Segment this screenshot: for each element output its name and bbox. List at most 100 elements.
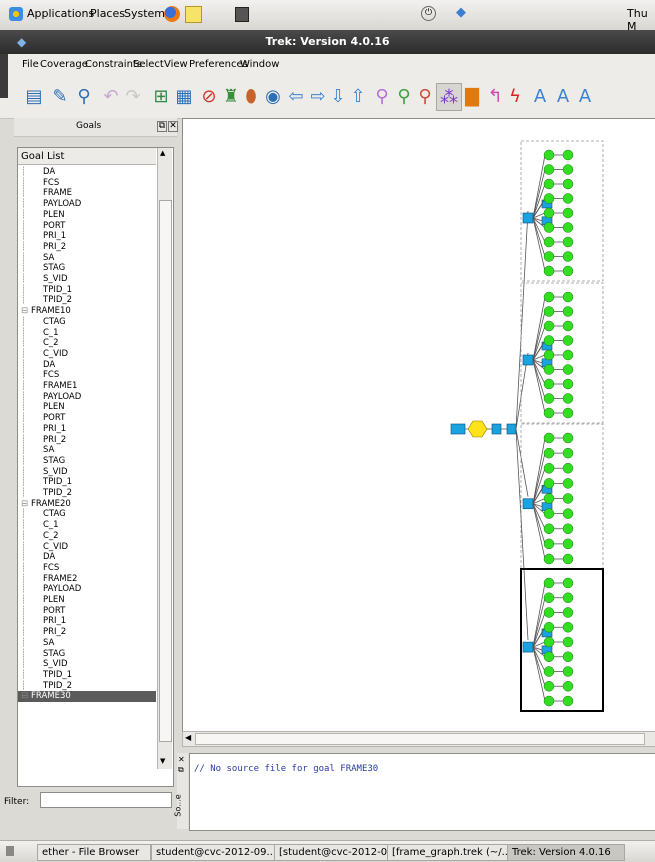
tree-leaf-row[interactable]: ┊ PORT — [18, 413, 156, 424]
graph-node[interactable] — [543, 291, 555, 303]
table-icon[interactable]: ▦ — [172, 83, 196, 109]
graph-node[interactable] — [543, 251, 555, 262]
new-icon[interactable]: ▤ — [22, 83, 46, 109]
notes-icon[interactable] — [185, 6, 202, 23]
task-terminal-2[interactable]: [student@cvc-2012-0... — [274, 844, 388, 861]
tree-leaf-row[interactable]: ┊ PRI_1 — [18, 616, 156, 627]
places-menu[interactable]: Places — [90, 7, 125, 20]
graph-node[interactable] — [522, 641, 534, 653]
task-terminal-1[interactable]: student@cvc-2012-09... — [151, 844, 275, 861]
graph-node[interactable] — [543, 508, 555, 519]
frame-cluster-box[interactable] — [520, 423, 604, 570]
tree-leaf-row[interactable]: ┊ SA — [18, 445, 156, 456]
graph-node[interactable] — [543, 320, 555, 332]
tree-group-row[interactable]: ⊟ FRAME30 — [18, 691, 156, 702]
graph-node[interactable] — [562, 306, 574, 317]
graph-node[interactable] — [543, 592, 555, 603]
tree-leaf-row[interactable]: ┊ C_2 — [18, 531, 156, 542]
graph-node[interactable] — [543, 523, 555, 534]
tree-leaf-row[interactable]: ┊ C_2 — [18, 338, 156, 349]
goal-graph[interactable] — [183, 119, 655, 732]
graph-node[interactable] — [543, 236, 555, 248]
tree-leaf-row[interactable]: ┊ TPID_1 — [18, 477, 156, 488]
graph-node[interactable] — [522, 498, 534, 510]
graph-node[interactable] — [562, 193, 574, 204]
graph-node[interactable] — [562, 607, 574, 618]
goal-tree[interactable]: ┊ DA ┊ FCS ┊ FRAME ┊ PAYLOAD ┊ PLEN ┊ PORT ┊ PRI_1 ┊ PR… — [18, 165, 156, 769]
window-titlebar[interactable]: ◆ Trek: Version 4.0.16 — [0, 30, 655, 54]
font-larger-icon[interactable]: A — [528, 83, 552, 109]
tree-leaf-row[interactable]: ┊ STAG — [18, 649, 156, 660]
graph-node[interactable] — [562, 265, 574, 277]
frame-cluster-box[interactable] — [520, 568, 604, 712]
tree-leaf-row[interactable]: ┊ TPID_1 — [18, 285, 156, 296]
graph-node[interactable] — [543, 538, 555, 550]
dice-icon[interactable]: ⬮ — [239, 83, 263, 109]
tree-leaf-row[interactable]: ┊ PRI_2 — [18, 242, 156, 253]
graph-node[interactable] — [562, 178, 574, 190]
graph-node[interactable] — [562, 407, 574, 419]
graph-node[interactable] — [543, 493, 555, 504]
collapse-icon[interactable]: ⊟ — [18, 499, 31, 510]
graph-node[interactable] — [562, 432, 574, 444]
tree-leaf-row[interactable]: ┊ PRI_1 — [18, 424, 156, 435]
graph-node[interactable] — [543, 463, 555, 474]
menu-window[interactable]: Window — [240, 59, 279, 70]
goals-dock-header[interactable]: Goals ⧉ ✕ — [14, 118, 178, 137]
task-editor[interactable]: [frame_graph.trek (~/... — [387, 844, 508, 861]
tree-leaf-row[interactable]: ┊ PRI_2 — [18, 627, 156, 638]
menu-view[interactable]: View — [164, 59, 188, 70]
graph-node[interactable] — [543, 681, 555, 692]
graph-node[interactable] — [543, 149, 555, 161]
tree-leaf-row[interactable]: ┊ TPID_2 — [18, 681, 156, 692]
collapse-icon[interactable]: ⊟ — [18, 306, 31, 317]
graph-node[interactable] — [543, 577, 555, 589]
tree-leaf-row[interactable]: ┊ S_VID — [18, 274, 156, 285]
tree-leaf-row[interactable]: ┊ DA — [18, 167, 156, 178]
graph-node[interactable] — [543, 207, 555, 219]
menu-select[interactable]: Select — [133, 59, 164, 70]
tree-leaf-row[interactable]: ┊ PAYLOAD — [18, 392, 156, 403]
tree-leaf-row[interactable]: ┊ PAYLOAD — [18, 199, 156, 210]
graph-node[interactable] — [543, 553, 555, 565]
menu-coverage[interactable]: Coverage — [40, 59, 88, 70]
menu-preferences[interactable]: Preferences — [189, 59, 248, 70]
graph-node[interactable] — [543, 695, 555, 707]
graph-node[interactable] — [543, 364, 555, 375]
graph-node[interactable] — [562, 335, 574, 346]
redo-icon[interactable]: ↷ — [121, 83, 145, 109]
graph-node[interactable] — [562, 378, 574, 390]
zoom-fit-icon[interactable]: ⚲ — [370, 83, 394, 109]
graph-node[interactable] — [543, 607, 555, 618]
arrow-up-icon[interactable]: ⇧ — [346, 83, 370, 109]
applications-icon[interactable] — [9, 7, 23, 21]
graph-node[interactable] — [562, 651, 574, 662]
source-float-icon[interactable]: ⧉ — [178, 765, 184, 775]
tree-group-row[interactable]: ⊟ FRAME10 — [18, 306, 156, 317]
search-icon[interactable]: ⚲ — [72, 83, 96, 109]
tree-leaf-row[interactable]: ┊ FRAME2 — [18, 574, 156, 585]
collapse-icon[interactable]: ⊟ — [18, 691, 31, 702]
frame-cluster-box[interactable] — [520, 140, 604, 282]
filter-input[interactable] — [40, 792, 172, 808]
tree-leaf-row[interactable]: ┊ DA — [18, 552, 156, 563]
graph-node[interactable] — [562, 463, 574, 474]
tree-leaf-row[interactable]: ┊ S_VID — [18, 659, 156, 670]
tree-leaf-row[interactable]: ┊ PRI_2 — [18, 435, 156, 446]
tree-leaf-row[interactable]: ┊ FCS — [18, 370, 156, 381]
graph-node[interactable] — [491, 423, 502, 435]
graph-node[interactable] — [467, 420, 488, 438]
tree-leaf-row[interactable]: ┊ FCS — [18, 563, 156, 574]
graph-hscrollbar[interactable]: ◀ — [182, 731, 655, 747]
graph-node[interactable] — [543, 378, 555, 390]
tree-leaf-row[interactable]: ┊ PLEN — [18, 210, 156, 221]
tree-leaf-row[interactable]: ┊ PAYLOAD — [18, 584, 156, 595]
graph-node[interactable] — [543, 666, 555, 677]
graph-node[interactable] — [543, 178, 555, 190]
goal-list-scrollbar[interactable]: ▲ ▼ — [157, 148, 172, 769]
graph-node[interactable] — [543, 349, 555, 361]
system-menu[interactable]: System — [124, 7, 165, 20]
graph-node[interactable] — [562, 447, 574, 459]
graph-node[interactable] — [522, 354, 534, 366]
power-icon[interactable]: ⏻ — [421, 6, 436, 21]
